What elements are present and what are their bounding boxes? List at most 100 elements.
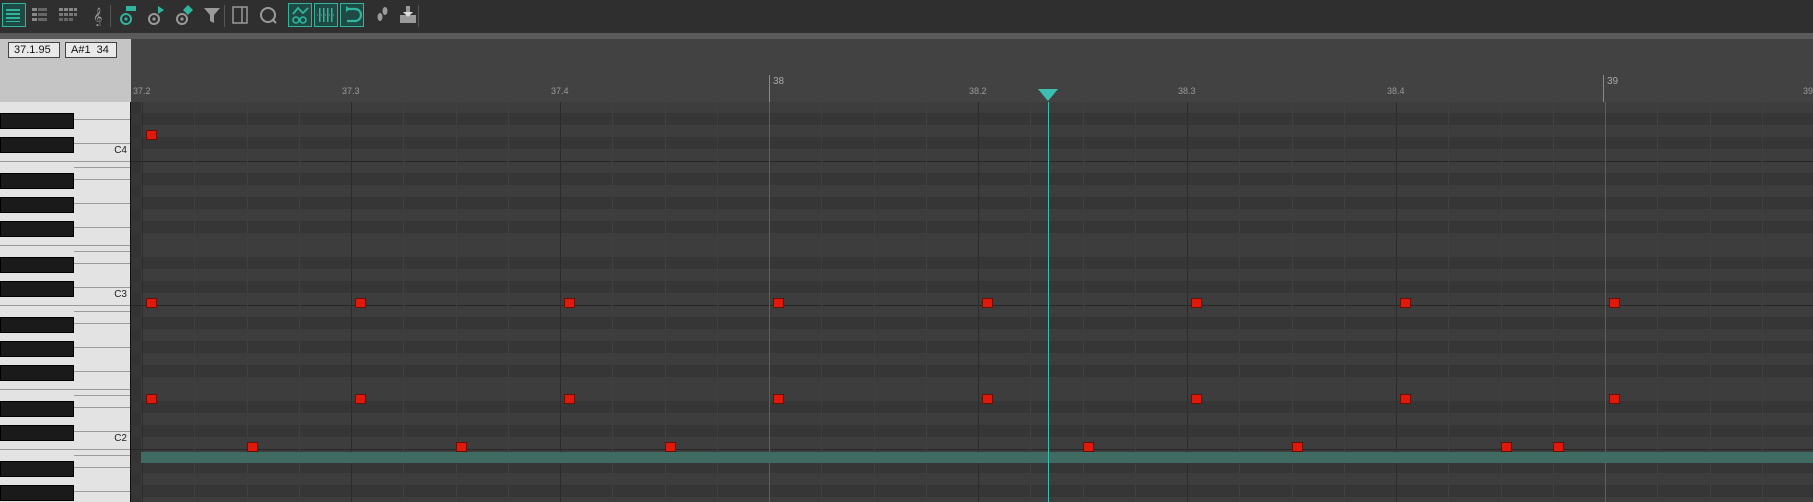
midi-note[interactable]: [1191, 298, 1202, 308]
black-key[interactable]: [0, 317, 74, 333]
piano-keyboard[interactable]: C4 C3 C2: [0, 102, 131, 502]
grid-line-beat: [560, 102, 561, 502]
search-loop-icon: [260, 7, 277, 24]
midi-note[interactable]: [1501, 442, 1512, 452]
black-key[interactable]: [0, 221, 74, 237]
named-notes-view-button[interactable]: [28, 3, 52, 27]
grid-row-dark: [131, 137, 1813, 149]
midi-note[interactable]: [355, 298, 366, 308]
sync-button[interactable]: [172, 3, 196, 27]
midi-note[interactable]: [1191, 394, 1202, 404]
white-key-edge: [74, 431, 130, 432]
insert-note-button[interactable]: [116, 3, 140, 27]
midi-note[interactable]: [1553, 442, 1564, 452]
midi-note[interactable]: [982, 394, 993, 404]
ruler-bar-tick: [1603, 75, 1604, 102]
grid-left-gutter: [131, 102, 141, 502]
position-readout[interactable]: 37.1.95: [8, 42, 60, 58]
timeline-ruler[interactable]: 37.2 37.3 37.4 38 38.2 38.3 38.4 39 39: [131, 39, 1813, 102]
black-key[interactable]: [0, 113, 74, 129]
grid-line-beat: [142, 102, 143, 502]
midi-note[interactable]: [1400, 394, 1411, 404]
black-key[interactable]: [0, 173, 74, 189]
search-button[interactable]: [256, 3, 280, 27]
grid-line-fine: [1030, 102, 1031, 502]
black-key[interactable]: [0, 257, 74, 273]
black-key[interactable]: [0, 137, 74, 153]
black-key[interactable]: [0, 425, 74, 441]
midi-note[interactable]: [146, 298, 157, 308]
grid-row-dark: [131, 401, 1813, 413]
grid-row-dark: [131, 425, 1813, 437]
grid-row-dark: [131, 341, 1813, 353]
midi-note[interactable]: [773, 298, 784, 308]
save-button[interactable]: [396, 3, 420, 27]
playhead-line[interactable]: [1048, 102, 1049, 502]
key-divider: [0, 161, 130, 162]
white-key-edge: [74, 395, 130, 396]
grid-snap-icon: [317, 8, 335, 22]
loop-button[interactable]: [340, 3, 364, 27]
list-view-icon: [232, 6, 248, 24]
midi-note[interactable]: [355, 394, 366, 404]
midi-note[interactable]: [564, 394, 575, 404]
cc-link-button[interactable]: [288, 3, 312, 27]
notation-view-button[interactable]: 𝄞: [86, 3, 110, 27]
grid-line-bar: [1605, 102, 1606, 502]
black-key[interactable]: [0, 365, 74, 381]
toolbar-separator: [224, 5, 225, 27]
grid-line-fine: [1239, 102, 1240, 502]
black-key[interactable]: [0, 341, 74, 357]
midi-note[interactable]: [146, 394, 157, 404]
midi-note[interactable]: [1609, 298, 1620, 308]
drum-grid-view-button[interactable]: [56, 3, 80, 27]
grid-line-fine: [1135, 102, 1136, 502]
midi-note[interactable]: [564, 298, 575, 308]
midi-note[interactable]: [247, 442, 258, 452]
grid-line-fine: [1448, 102, 1449, 502]
piano-roll-icon: [6, 9, 20, 22]
grid-row-dark: [131, 113, 1813, 125]
ruler-label: 38.3: [1178, 86, 1196, 96]
midi-note[interactable]: [1400, 298, 1411, 308]
ruler-label: 37.3: [342, 86, 360, 96]
piano-roll-view-button[interactable]: [2, 3, 26, 27]
white-key-edge: [74, 491, 130, 492]
black-key[interactable]: [0, 461, 74, 477]
midi-note[interactable]: [456, 442, 467, 452]
white-key-edge: [74, 227, 130, 228]
midi-note[interactable]: [1609, 394, 1620, 404]
grid-snap-button[interactable]: [314, 3, 338, 27]
grid-row-dark: [131, 365, 1813, 377]
white-key-edge: [74, 167, 130, 168]
piano-roll-grid[interactable]: [131, 102, 1813, 502]
key-divider: [0, 389, 130, 390]
ruler-label: 39: [1803, 86, 1813, 96]
key-divider: [0, 245, 130, 246]
black-key[interactable]: [0, 485, 74, 501]
midi-note[interactable]: [1292, 442, 1303, 452]
drum-grid-icon: [59, 8, 77, 21]
white-key-edge: [74, 119, 130, 120]
midi-note[interactable]: [665, 442, 676, 452]
footprints-icon: [377, 7, 388, 21]
midi-note[interactable]: [773, 394, 784, 404]
grid-line-fine: [612, 102, 613, 502]
note-readout[interactable]: A#1 34: [65, 42, 117, 58]
midi-note[interactable]: [146, 130, 157, 140]
white-key-edge: [74, 251, 130, 252]
grid-line-fine: [1762, 102, 1763, 502]
filter-button[interactable]: [200, 3, 224, 27]
midi-note[interactable]: [1083, 442, 1094, 452]
black-key[interactable]: [0, 281, 74, 297]
playhead-marker-icon[interactable]: [1038, 89, 1058, 101]
black-key[interactable]: [0, 401, 74, 417]
grid-row-dark: [131, 197, 1813, 209]
black-key[interactable]: [0, 197, 74, 213]
list-view-button[interactable]: [228, 3, 252, 27]
grid-line-fine: [1710, 102, 1711, 502]
step-input-button[interactable]: [370, 3, 394, 27]
midi-note[interactable]: [982, 298, 993, 308]
play-from-button[interactable]: [144, 3, 168, 27]
cc-link-icon: [292, 6, 309, 24]
